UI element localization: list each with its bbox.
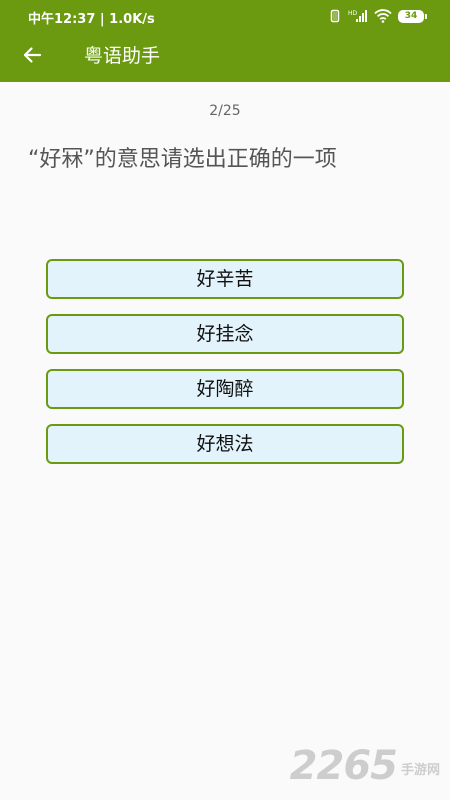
hd-label: HD bbox=[348, 10, 358, 17]
answer-options: 好辛苦 好挂念 好陶醉 好想法 bbox=[46, 259, 404, 479]
page-title: 粤语助手 bbox=[84, 45, 161, 67]
vibrate-icon bbox=[328, 9, 342, 23]
question-text: “好冧”的意思请选出正确的一项 bbox=[28, 147, 337, 172]
answer-option-3[interactable]: 好陶醉 bbox=[46, 369, 404, 409]
answer-option-4[interactable]: 好想法 bbox=[46, 424, 404, 464]
status-bar: 中午12:37 | 1.0K/s HD 34 bbox=[0, 0, 450, 32]
app-bar: 粤语助手 bbox=[0, 32, 450, 82]
answer-option-1[interactable]: 好辛苦 bbox=[46, 259, 404, 299]
status-icons: HD 34 bbox=[328, 8, 427, 24]
question-progress: 2/25 bbox=[209, 103, 241, 119]
top-bar: 中午12:37 | 1.0K/s HD 34 粤语助手 bbox=[0, 0, 450, 82]
answer-option-2[interactable]: 好挂念 bbox=[46, 314, 404, 354]
watermark-text: 手游网 bbox=[400, 763, 440, 778]
battery-icon: 34 bbox=[398, 9, 427, 23]
signal-icon: HD bbox=[348, 9, 368, 23]
back-button[interactable] bbox=[16, 41, 48, 73]
status-time-speed: 中午12:37 | 1.0K/s bbox=[28, 12, 155, 27]
site-watermark: 2265 手游网 bbox=[290, 746, 440, 786]
arrow-left-icon bbox=[22, 45, 42, 69]
watermark-number: 2265 bbox=[289, 743, 398, 789]
wifi-icon bbox=[374, 9, 392, 23]
